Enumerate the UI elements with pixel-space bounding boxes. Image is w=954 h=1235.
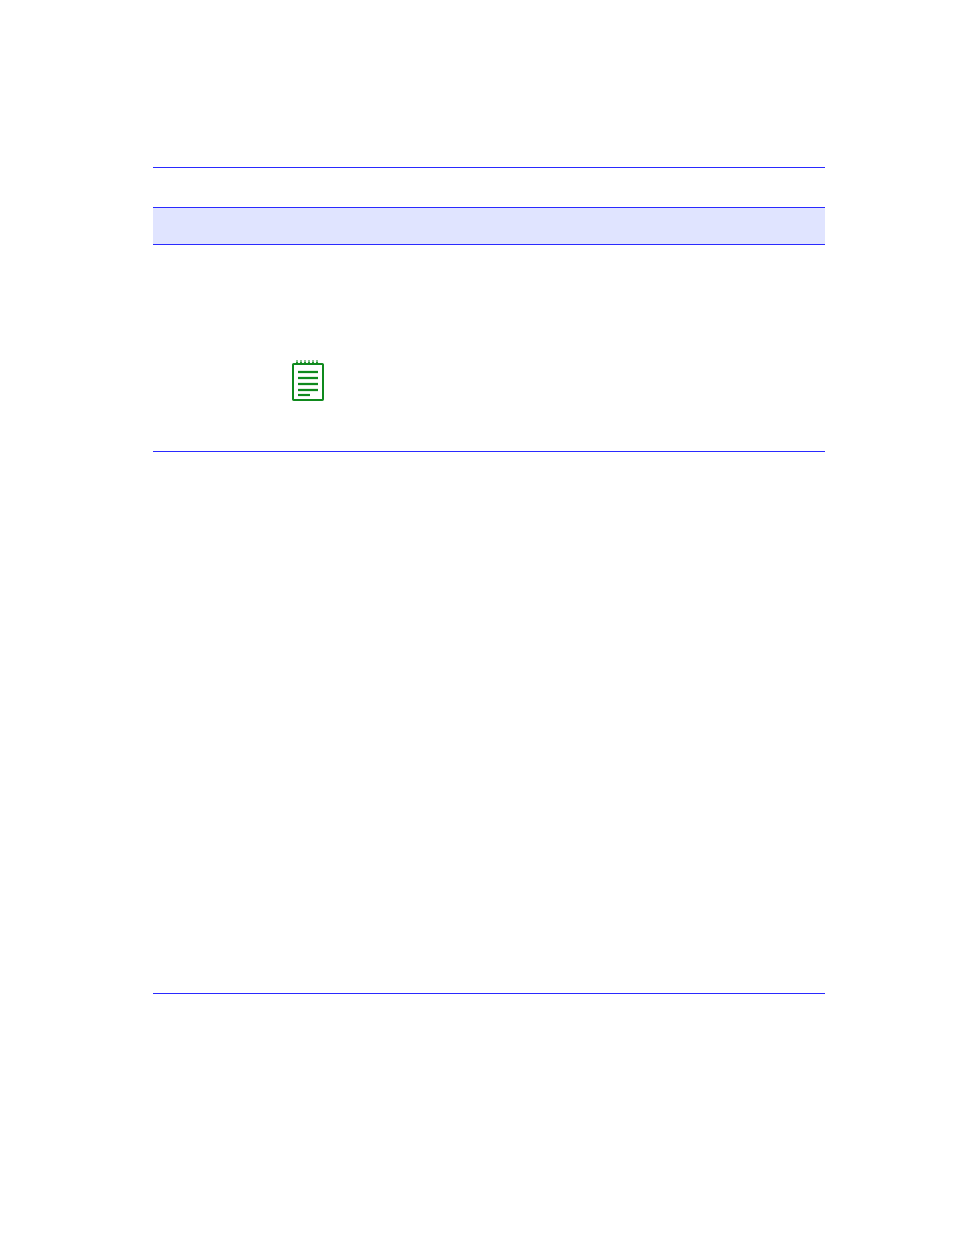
horizontal-rule [153, 451, 825, 452]
horizontal-rule [153, 993, 825, 994]
section-banner [153, 207, 825, 245]
horizontal-rule [153, 167, 825, 168]
notepad-icon [290, 358, 326, 403]
